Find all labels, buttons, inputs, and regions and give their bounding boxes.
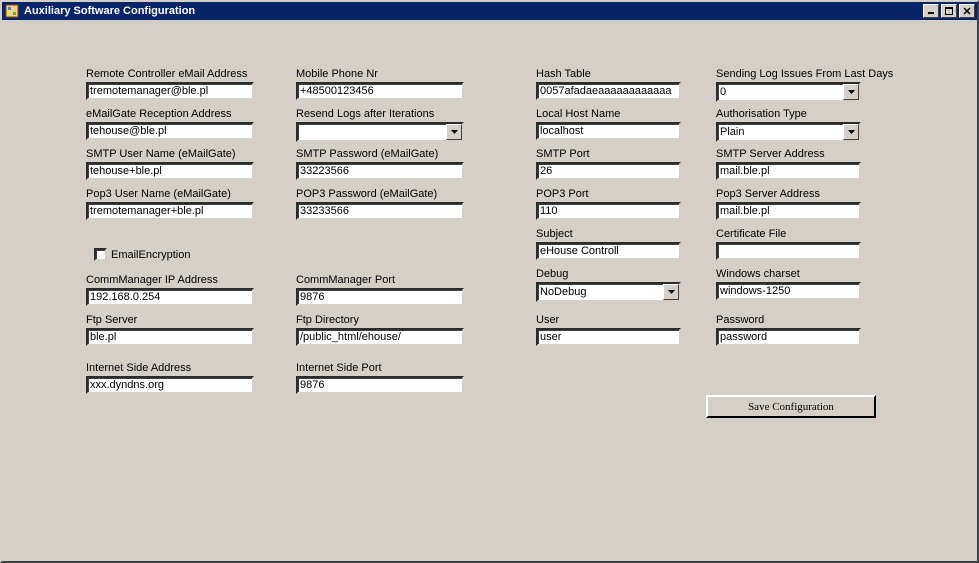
- authorisation-type-label: Authorisation Type: [716, 108, 807, 120]
- ftp-server-label: Ftp Server: [86, 314, 137, 326]
- smtp-server-label: SMTP Server Address: [716, 148, 825, 160]
- debug-label: Debug: [536, 268, 568, 280]
- ftp-server-input[interactable]: [86, 328, 254, 346]
- save-configuration-button[interactable]: Save Configuration: [706, 395, 876, 418]
- chevron-down-icon: [663, 284, 679, 300]
- certificate-file-input[interactable]: [716, 242, 861, 260]
- sending-log-days-value: 0: [718, 86, 843, 98]
- commmanager-ip-input[interactable]: [86, 288, 254, 306]
- smtp-port-input[interactable]: [536, 162, 681, 180]
- smtp-user-label: SMTP User Name (eMailGate): [86, 148, 236, 160]
- windows-charset-label: Windows charset: [716, 268, 800, 280]
- commmanager-port-label: CommManager Port: [296, 274, 395, 286]
- subject-label: Subject: [536, 228, 573, 240]
- authorisation-type-value: Plain: [718, 126, 843, 138]
- sending-log-days-combo[interactable]: 0: [716, 82, 861, 102]
- app-icon: [4, 3, 20, 19]
- resend-logs-combo[interactable]: [296, 122, 464, 142]
- titlebar: Auxiliary Software Configuration: [2, 2, 977, 20]
- commmanager-port-input[interactable]: [296, 288, 464, 306]
- local-host-name-label: Local Host Name: [536, 108, 620, 120]
- maximize-button[interactable]: [941, 4, 957, 18]
- subject-input[interactable]: [536, 242, 681, 260]
- pop3-port-input[interactable]: [536, 202, 681, 220]
- pop3-user-label: Pop3 User Name (eMailGate): [86, 188, 231, 200]
- sending-log-days-label: Sending Log Issues From Last Days: [716, 68, 893, 80]
- pop3-server-label: Pop3 Server Address: [716, 188, 820, 200]
- local-host-name-input[interactable]: [536, 122, 681, 140]
- chevron-down-icon: [843, 84, 859, 100]
- email-encryption-checkbox[interactable]: EmailEncryption: [94, 248, 190, 261]
- internet-side-port-label: Internet Side Port: [296, 362, 382, 374]
- hash-table-label: Hash Table: [536, 68, 591, 80]
- pop3-port-label: POP3 Port: [536, 188, 589, 200]
- emailgate-reception-label: eMailGate Reception Address: [86, 108, 232, 120]
- smtp-port-label: SMTP Port: [536, 148, 590, 160]
- emailgate-reception-input[interactable]: [86, 122, 254, 140]
- pop3-password-input[interactable]: [296, 202, 464, 220]
- smtp-user-input[interactable]: [86, 162, 254, 180]
- commmanager-ip-label: CommManager IP Address: [86, 274, 218, 286]
- close-button[interactable]: [959, 4, 975, 18]
- certificate-file-label: Certificate File: [716, 228, 786, 240]
- remote-controller-email-label: Remote Controller eMail Address: [86, 68, 247, 80]
- mobile-phone-input[interactable]: [296, 82, 464, 100]
- hash-table-input[interactable]: [536, 82, 681, 100]
- resend-logs-label: Resend Logs after Iterations: [296, 108, 434, 120]
- internet-side-address-label: Internet Side Address: [86, 362, 191, 374]
- ftp-directory-label: Ftp Directory: [296, 314, 359, 326]
- internet-side-port-input[interactable]: [296, 376, 464, 394]
- chevron-down-icon: [446, 124, 462, 140]
- password-input[interactable]: [716, 328, 861, 346]
- ftp-directory-input[interactable]: [296, 328, 464, 346]
- debug-combo[interactable]: NoDebug: [536, 282, 681, 302]
- window: Auxiliary Software Configuration Remote …: [0, 0, 979, 563]
- user-input[interactable]: [536, 328, 681, 346]
- remote-controller-email-input[interactable]: [86, 82, 254, 100]
- smtp-server-input[interactable]: [716, 162, 861, 180]
- authorisation-type-combo[interactable]: Plain: [716, 122, 861, 142]
- debug-value: NoDebug: [538, 286, 663, 298]
- pop3-password-label: POP3 Password (eMailGate): [296, 188, 437, 200]
- internet-side-address-input[interactable]: [86, 376, 254, 394]
- smtp-password-input[interactable]: [296, 162, 464, 180]
- email-encryption-label: EmailEncryption: [111, 249, 190, 261]
- pop3-server-input[interactable]: [716, 202, 861, 220]
- window-controls: [923, 4, 975, 18]
- window-title: Auxiliary Software Configuration: [24, 2, 923, 20]
- smtp-password-label: SMTP Password (eMailGate): [296, 148, 438, 160]
- windows-charset-input[interactable]: [716, 282, 861, 300]
- user-label: User: [536, 314, 559, 326]
- mobile-phone-label: Mobile Phone Nr: [296, 68, 378, 80]
- minimize-button[interactable]: [923, 4, 939, 18]
- password-label: Password: [716, 314, 764, 326]
- pop3-user-input[interactable]: [86, 202, 254, 220]
- client-area: Remote Controller eMail Address eMailGat…: [6, 22, 973, 557]
- checkbox-box-icon: [94, 248, 107, 261]
- chevron-down-icon: [843, 124, 859, 140]
